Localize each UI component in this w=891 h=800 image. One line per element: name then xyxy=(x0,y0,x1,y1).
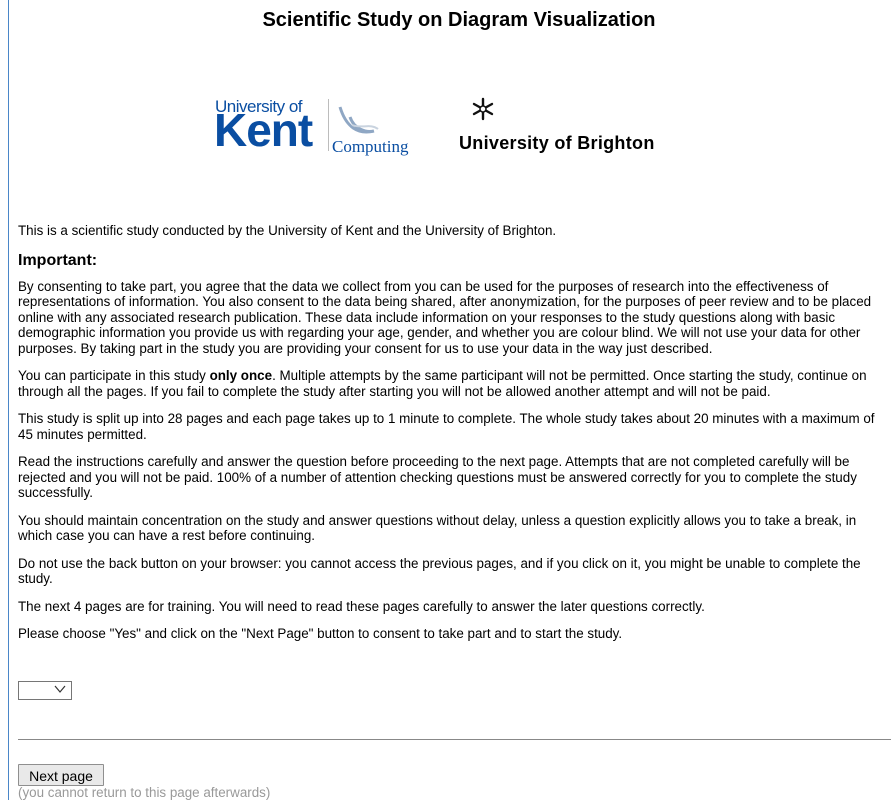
kent-logo-separator xyxy=(328,99,329,151)
computing-swirl-icon xyxy=(338,106,379,134)
kent-logo-sub-text: Computing xyxy=(332,137,409,156)
back-button-paragraph: Do not use the back button on your brows… xyxy=(18,555,861,587)
study-information: This is a scientific study conducted by … xyxy=(18,223,891,654)
brighton-star-icon xyxy=(472,97,494,121)
consent-paragraph: By consenting to take part, you agree th… xyxy=(18,278,872,356)
concentration-paragraph: You should maintain concentration on the… xyxy=(18,512,857,544)
page-title: Scientific Study on Diagram Visualizatio… xyxy=(262,9,656,31)
left-border-line xyxy=(8,0,9,800)
important-heading: Important: xyxy=(18,251,98,269)
training-paragraph: The next 4 pages are for training. You w… xyxy=(18,598,705,614)
choose-yes-paragraph: Please choose "Yes" and click on the "Ne… xyxy=(18,626,623,641)
participate-once-text-a: You can participate in this study xyxy=(18,368,210,383)
no-return-note: (you cannot return to this page afterwar… xyxy=(18,785,271,800)
brighton-logo-text: University of Brighton xyxy=(459,133,655,153)
participate-once-emphasis: only once xyxy=(209,368,273,383)
logos: University of Kent Computing University … xyxy=(214,95,714,165)
university-of-kent-logo: University of Kent Computing xyxy=(214,95,434,165)
divider xyxy=(18,739,891,740)
participate-once-paragraph: You can participate in this study only o… xyxy=(18,368,891,399)
consent-select[interactable] xyxy=(18,681,72,700)
next-page-button[interactable]: Next page xyxy=(18,764,104,786)
chevron-down-icon xyxy=(54,685,66,693)
kent-logo-main-text: Kent xyxy=(214,104,313,156)
instructions-paragraph: Read the instructions carefully and answ… xyxy=(18,454,857,500)
study-length-paragraph: This study is split up into 28 pages and… xyxy=(18,411,875,442)
intro-text: This is a scientific study conducted by … xyxy=(18,223,557,238)
university-of-brighton-logo: University of Brighton xyxy=(459,95,719,165)
